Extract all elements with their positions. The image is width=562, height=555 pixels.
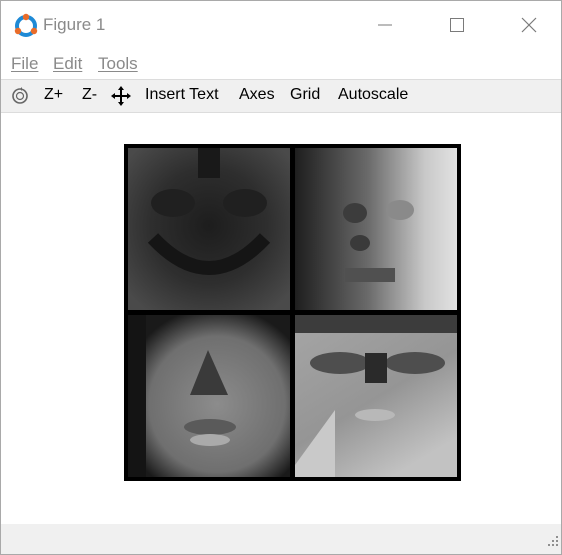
octave-logo-icon <box>13 13 39 39</box>
menu-tools[interactable]: Tools <box>98 54 138 74</box>
menu-edit[interactable]: Edit <box>53 54 82 74</box>
face-image-1 <box>128 148 290 310</box>
maximize-icon <box>450 18 464 32</box>
maximize-button[interactable] <box>435 9 479 41</box>
resize-grip-icon[interactable] <box>547 534 559 552</box>
minimize-button[interactable] <box>363 9 407 41</box>
zoom-out-button[interactable]: Z- <box>82 86 97 104</box>
eigenface-montage <box>124 144 461 481</box>
face-image-4 <box>295 315 457 477</box>
face-image-3 <box>128 315 290 477</box>
figure-window: Figure 1 File Edit Tools Z+ Z- Insert Te… <box>0 0 562 555</box>
pan-icon[interactable] <box>111 86 131 111</box>
menu-bar: File Edit Tools <box>1 51 561 77</box>
figure-canvas[interactable] <box>1 113 561 523</box>
status-bar <box>1 524 561 554</box>
axes-button[interactable]: Axes <box>239 86 275 104</box>
close-icon <box>521 17 537 33</box>
face-image-2 <box>295 148 457 310</box>
insert-text-button[interactable]: Insert Text <box>145 86 219 104</box>
figure-toolbar: Z+ Z- Insert Text Axes Grid Autoscale <box>1 79 561 113</box>
rotate-icon[interactable] <box>11 87 29 110</box>
menu-file[interactable]: File <box>11 54 38 74</box>
close-button[interactable] <box>507 9 551 41</box>
minimize-icon <box>378 24 392 26</box>
zoom-in-button[interactable]: Z+ <box>44 86 63 104</box>
grid-button[interactable]: Grid <box>290 86 320 104</box>
title-bar[interactable]: Figure 1 <box>1 1 561 48</box>
window-title: Figure 1 <box>43 15 106 34</box>
autoscale-button[interactable]: Autoscale <box>338 86 408 104</box>
